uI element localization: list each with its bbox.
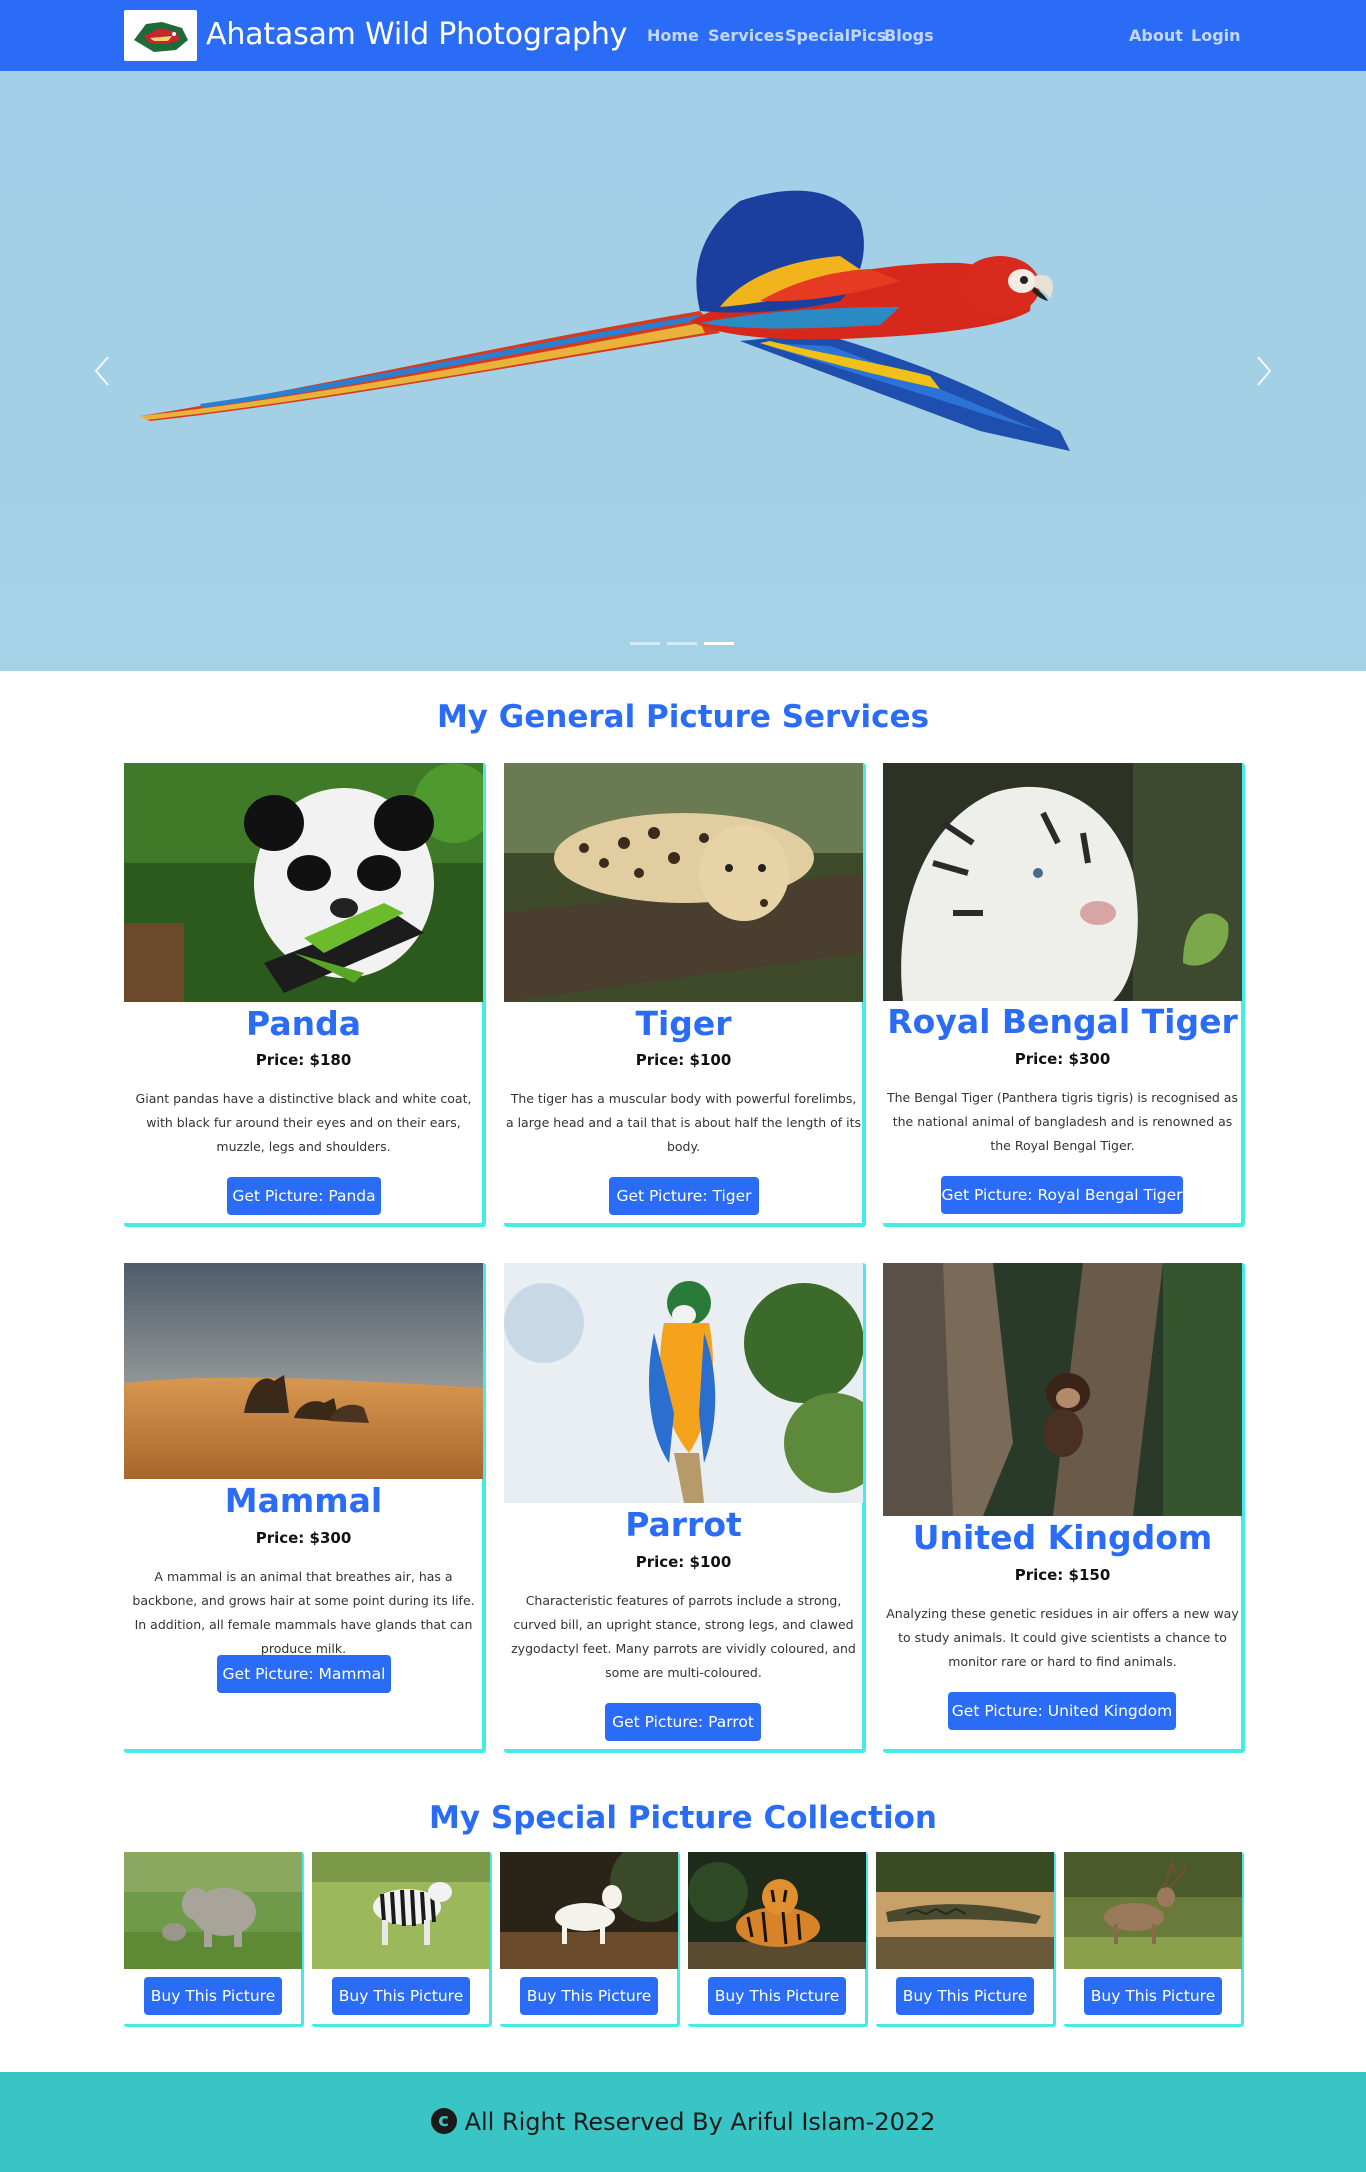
footer: c All Right Reserved By Ariful Islam-2022 bbox=[0, 2072, 1366, 2172]
carousel-indicator-2[interactable] bbox=[667, 642, 697, 645]
buy-picture-button[interactable]: Buy This Picture bbox=[332, 1977, 470, 2015]
card-title: Panda bbox=[246, 1004, 361, 1043]
nav-link-specialpics[interactable]: SpecialPics bbox=[785, 26, 886, 46]
card-title: Mammal bbox=[224, 1481, 383, 1520]
service-card-royal-bengal-tiger: Royal Bengal Tiger Price: $300 The Benga… bbox=[883, 763, 1245, 1227]
special-image-tiger bbox=[688, 1852, 866, 1969]
card-image-tiger bbox=[504, 763, 863, 1002]
special-item-deer: Buy This Picture bbox=[1064, 1852, 1244, 2027]
card-description: Analyzing these genetic residues in air … bbox=[886, 1606, 1239, 1669]
service-card-parrot: Parrot Price: $100 Characteristic featur… bbox=[504, 1263, 866, 1753]
service-card-united-kingdom: United Kingdom Price: $150 Analyzing the… bbox=[883, 1263, 1245, 1753]
get-picture-button[interactable]: Get Picture: Parrot bbox=[605, 1703, 761, 1741]
carousel-prev-icon[interactable] bbox=[82, 341, 122, 401]
copyright-icon: c bbox=[430, 2108, 457, 2134]
buy-picture-button[interactable]: Buy This Picture bbox=[520, 1977, 658, 2015]
nav-link-home[interactable]: Home bbox=[647, 26, 699, 46]
buy-picture-button[interactable]: Buy This Picture bbox=[708, 1977, 846, 2015]
card-title: Parrot bbox=[625, 1505, 742, 1544]
buy-picture-button[interactable]: Buy This Picture bbox=[1084, 1977, 1222, 2015]
card-image-panda bbox=[124, 763, 483, 1002]
special-image-crocodile bbox=[876, 1852, 1054, 1969]
special-item-crocodile: Buy This Picture bbox=[876, 1852, 1056, 2027]
special-item-elephants: Buy This Picture bbox=[124, 1852, 304, 2027]
nav-link-about[interactable]: About bbox=[1129, 26, 1183, 46]
special-image-deer bbox=[1064, 1852, 1242, 1969]
card-price: Price: $100 bbox=[635, 1553, 732, 1571]
card-image-parrot bbox=[504, 1263, 863, 1503]
carousel-next-icon[interactable] bbox=[1244, 341, 1284, 401]
special-item-zebra: Buy This Picture bbox=[312, 1852, 492, 2027]
card-title: Tiger bbox=[635, 1004, 732, 1043]
service-card-mammal: Mammal Price: $300 A mammal is an animal… bbox=[124, 1263, 486, 1753]
buy-picture-button[interactable]: Buy This Picture bbox=[144, 1977, 282, 2015]
special-image-horse bbox=[500, 1852, 678, 1969]
special-item-tiger: Buy This Picture bbox=[688, 1852, 868, 2027]
card-description: A mammal is an animal that breathes air,… bbox=[132, 1569, 475, 1656]
special-image-zebra bbox=[312, 1852, 490, 1969]
get-picture-button[interactable]: Get Picture: Royal Bengal Tiger bbox=[941, 1176, 1183, 1214]
service-card-panda: Panda Price: $180 Giant pandas have a di… bbox=[124, 763, 486, 1227]
service-card-tiger: Tiger Price: $100 The tiger has a muscul… bbox=[504, 763, 866, 1227]
brand-name[interactable]: Ahatasam Wild Photography bbox=[206, 13, 627, 57]
get-picture-button[interactable]: Get Picture: Tiger bbox=[609, 1177, 759, 1215]
get-picture-button[interactable]: Get Picture: Mammal bbox=[217, 1655, 391, 1693]
nav-link-services[interactable]: Services bbox=[708, 26, 784, 46]
card-price: Price: $180 bbox=[255, 1051, 352, 1069]
brand-logo[interactable] bbox=[124, 10, 197, 61]
carousel-indicator-3[interactable] bbox=[704, 642, 734, 645]
card-price: Price: $300 bbox=[255, 1529, 352, 1547]
buy-picture-button[interactable]: Buy This Picture bbox=[896, 1977, 1034, 2015]
hero-macaw-image bbox=[140, 190, 1070, 451]
card-price: Price: $300 bbox=[1014, 1050, 1111, 1068]
navbar: Ahatasam Wild Photography Home Services … bbox=[0, 0, 1366, 71]
card-price: Price: $100 bbox=[635, 1051, 732, 1069]
footer-text: All Right Reserved By Ariful Islam-2022 bbox=[464, 2108, 936, 2136]
carousel-indicators bbox=[630, 642, 736, 646]
nav-link-blogs[interactable]: Blogs bbox=[884, 26, 934, 46]
card-image-united-kingdom bbox=[883, 1263, 1242, 1516]
carousel-indicator-1[interactable] bbox=[630, 642, 660, 645]
card-price: Price: $150 bbox=[1014, 1566, 1111, 1584]
special-title: My Special Picture Collection bbox=[429, 1800, 937, 1836]
card-title: Royal Bengal Tiger bbox=[887, 1002, 1238, 1041]
get-picture-button[interactable]: Get Picture: United Kingdom bbox=[948, 1692, 1176, 1730]
card-description: The Bengal Tiger (Panthera tigris tigris… bbox=[887, 1090, 1238, 1153]
card-title: United Kingdom bbox=[912, 1518, 1213, 1557]
card-image-mammal bbox=[124, 1263, 483, 1479]
special-image-elephants bbox=[124, 1852, 302, 1969]
get-picture-button[interactable]: Get Picture: Panda bbox=[227, 1177, 381, 1215]
footer-copyright: c All Right Reserved By Ariful Islam-2022 bbox=[0, 2072, 1366, 2172]
nav-link-login[interactable]: Login bbox=[1191, 26, 1241, 46]
special-item-horse: Buy This Picture bbox=[500, 1852, 680, 2027]
card-description: Giant pandas have a distinctive black an… bbox=[135, 1091, 472, 1154]
card-description: The tiger has a muscular body with power… bbox=[505, 1091, 862, 1154]
hero-carousel bbox=[0, 71, 1366, 671]
card-image-royal-bengal-tiger bbox=[883, 763, 1242, 1001]
card-description: Characteristic features of parrots inclu… bbox=[511, 1593, 856, 1680]
services-title: My General Picture Services bbox=[436, 699, 930, 735]
